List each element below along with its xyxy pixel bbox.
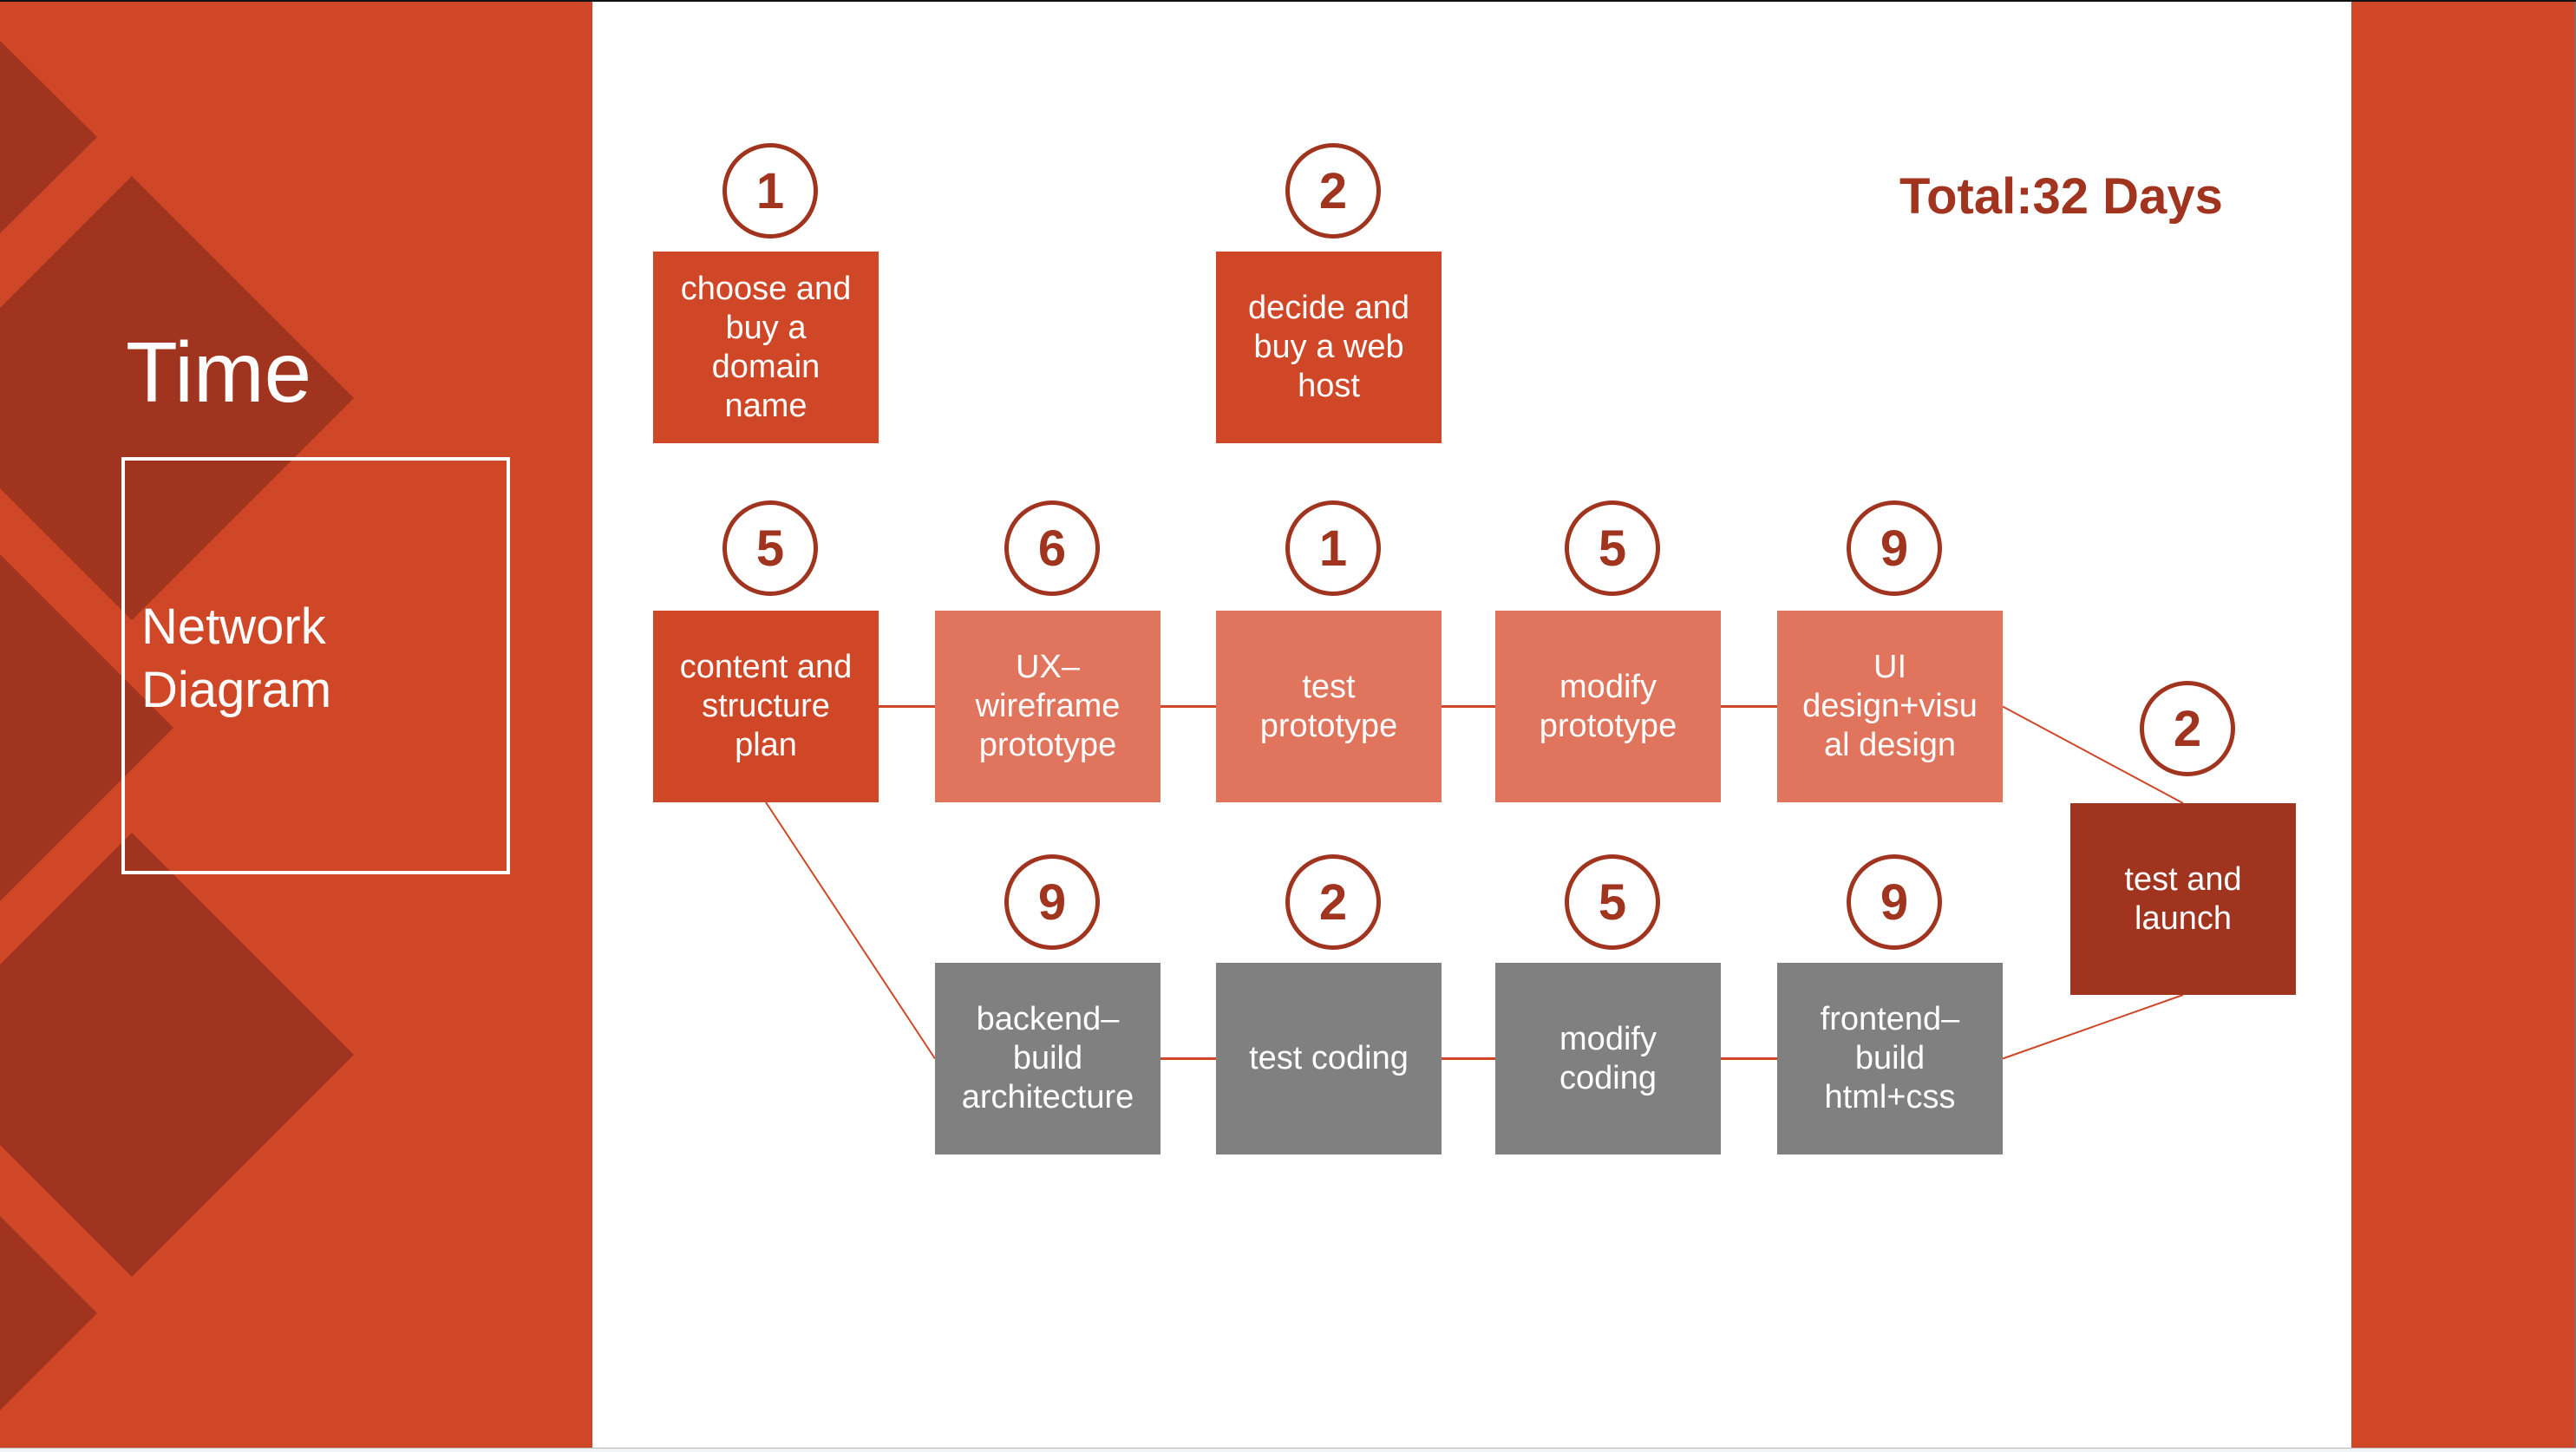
task-box-host[interactable]: decide and buy a web host bbox=[1216, 252, 1442, 443]
task-box-frontend[interactable]: frontend– build html+css bbox=[1777, 963, 2003, 1154]
task-box-test-coding[interactable]: test coding bbox=[1216, 963, 1442, 1154]
duration-badge-launch: 2 bbox=[2140, 681, 2235, 776]
task-box-backend[interactable]: backend– build architecture bbox=[935, 963, 1161, 1154]
task-box-ui[interactable]: UI design+visu al design bbox=[1777, 611, 2003, 802]
connector-content-to-backend bbox=[765, 801, 936, 1060]
duration-badge-test-coding: 2 bbox=[1285, 854, 1381, 950]
duration-badge-test-prototype: 1 bbox=[1285, 500, 1381, 596]
duration-badge-modify-coding: 5 bbox=[1565, 854, 1660, 950]
slide: Time Network Diagram Total:32 Days 1 cho… bbox=[0, 0, 2576, 1449]
task-box-domain[interactable]: choose and buy a domain name bbox=[653, 252, 879, 443]
connector-frontend-to-launch bbox=[2002, 994, 2184, 1060]
duration-badge-ux: 6 bbox=[1004, 500, 1100, 596]
task-box-content[interactable]: content and structure plan bbox=[653, 611, 879, 802]
duration-badge-frontend: 9 bbox=[1847, 854, 1942, 950]
task-box-modify-prototype[interactable]: modify prototype bbox=[1495, 611, 1721, 802]
task-box-test-prototype[interactable]: test prototype bbox=[1216, 611, 1442, 802]
task-box-modify-coding[interactable]: modify coding bbox=[1495, 963, 1721, 1154]
duration-badge-ui: 9 bbox=[1847, 500, 1942, 596]
duration-badge-host: 2 bbox=[1285, 143, 1381, 239]
duration-badge-modify-prototype: 5 bbox=[1565, 500, 1660, 596]
duration-badge-content: 5 bbox=[722, 500, 818, 596]
duration-badge-backend: 9 bbox=[1004, 854, 1100, 950]
task-box-ux[interactable]: UX– wireframe prototype bbox=[935, 611, 1161, 802]
task-box-launch[interactable]: test and launch bbox=[2070, 803, 2296, 995]
duration-badge-domain: 1 bbox=[722, 143, 818, 239]
